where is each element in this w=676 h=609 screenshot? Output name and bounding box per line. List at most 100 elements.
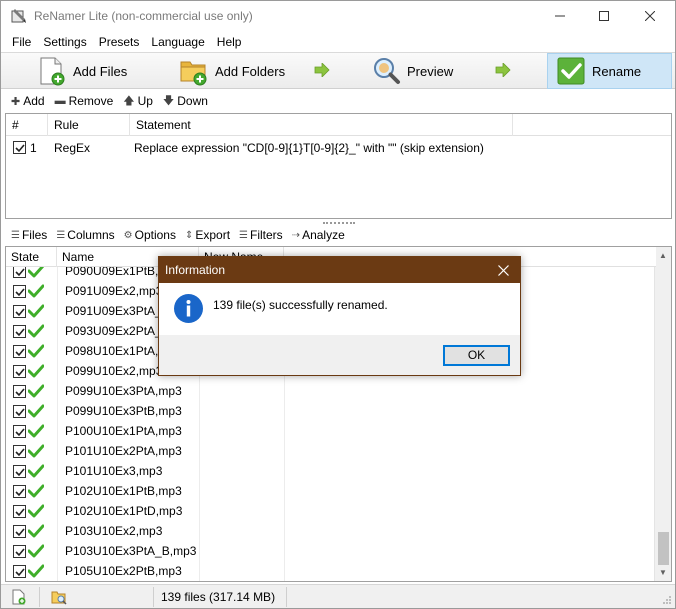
check-icon — [15, 508, 25, 517]
files-menu-button[interactable]: ☰ Files — [11, 228, 47, 242]
file-row[interactable]: P103U10Ex3PtA_B,mp3 — [6, 541, 656, 561]
add-folders-button[interactable]: Add Folders — [179, 53, 285, 89]
move-up-button[interactable]: 🡅 Up — [123, 92, 153, 111]
scroll-thumb[interactable] — [658, 532, 669, 565]
move-down-button[interactable]: 🡇 Down — [163, 92, 208, 111]
rules-toolbar: ✚ Add ▬ Remove 🡅 Up 🡇 Down — [1, 90, 675, 112]
file-checkbox[interactable] — [13, 545, 26, 558]
file-name: P100U10Ex1PtA,mp3 — [65, 424, 182, 438]
success-check-icon — [28, 524, 44, 538]
window-title: ReNamer Lite (non-commercial use only) — [34, 9, 253, 23]
dialog-close-button[interactable] — [486, 257, 520, 283]
maximize-icon — [599, 11, 609, 21]
rename-button[interactable]: Rename — [547, 53, 672, 89]
success-check-icon — [28, 464, 44, 478]
close-icon — [497, 264, 509, 276]
file-checkbox[interactable] — [13, 525, 26, 538]
file-row[interactable]: P099U10Ex3PtB,mp3 — [6, 401, 656, 421]
checkmark-icon — [557, 57, 585, 85]
close-button[interactable] — [627, 1, 673, 31]
rule-row[interactable]: 1 RegEx Replace expression "CD[0-9]{1}T[… — [6, 138, 671, 158]
menu-presets[interactable]: Presets — [93, 32, 146, 52]
status-separator — [286, 587, 287, 607]
file-row[interactable]: P103U10Ex2,mp3 — [6, 521, 656, 541]
ok-button[interactable]: OK — [443, 345, 510, 366]
preview-label: Preview — [407, 63, 454, 79]
file-checkbox[interactable] — [13, 425, 26, 438]
folder-search-icon[interactable] — [51, 589, 67, 605]
file-checkbox[interactable] — [13, 465, 26, 478]
rename-label: Rename — [592, 63, 642, 79]
rules-col-statement[interactable]: Statement — [130, 114, 513, 136]
rules-col-rule[interactable]: Rule — [48, 114, 130, 136]
status-separator — [153, 587, 154, 607]
add-rule-button[interactable]: ✚ Add — [11, 94, 45, 108]
files-col-state[interactable]: State — [6, 247, 57, 267]
file-row[interactable]: P101U10Ex3,mp3 — [6, 461, 656, 481]
preview-button[interactable]: Preview — [371, 53, 453, 89]
main-toolbar: Add Files Add Folders Preview Rename — [1, 52, 675, 89]
file-row[interactable]: P099U10Ex3PtA,mp3 — [6, 381, 656, 401]
add-files-label: Add Files — [73, 63, 128, 79]
file-row[interactable]: P102U10Ex1PtD,mp3 — [6, 501, 656, 521]
file-row[interactable]: P100U10Ex1PtA,mp3 — [6, 421, 656, 441]
status-separator — [39, 587, 40, 607]
file-checkbox[interactable] — [13, 445, 26, 458]
check-icon — [15, 268, 25, 277]
file-name: P091U09Ex2,mp3 — [65, 284, 163, 298]
splitter-handle[interactable] — [323, 222, 355, 224]
file-name: P103U10Ex2,mp3 — [65, 524, 163, 538]
file-row[interactable]: P102U10Ex1PtB,mp3 — [6, 481, 656, 501]
scroll-down-arrow[interactable]: ▼ — [655, 564, 671, 581]
success-check-icon — [28, 324, 44, 338]
scroll-up-arrow[interactable]: ▲ — [655, 247, 671, 264]
check-icon — [15, 144, 25, 153]
vertical-scrollbar[interactable]: ▲ ▼ — [654, 247, 671, 581]
file-checkbox[interactable] — [13, 485, 26, 498]
menu-language[interactable]: Language — [145, 32, 210, 52]
check-icon — [15, 368, 25, 377]
analyze-menu-button[interactable]: ⇢ Analyze — [292, 228, 345, 242]
menu-settings[interactable]: Settings — [37, 32, 92, 52]
file-row[interactable]: P105U10Ex2PtB,mp3 — [6, 561, 656, 581]
file-checkbox[interactable] — [13, 565, 26, 578]
file-checkbox[interactable] — [13, 365, 26, 378]
file-checkbox[interactable] — [13, 345, 26, 358]
rules-col-index[interactable]: # — [6, 114, 48, 136]
columns-icon: ☰ — [56, 229, 66, 241]
success-check-icon — [28, 404, 44, 418]
file-checkbox[interactable] — [13, 285, 26, 298]
success-check-icon — [28, 564, 44, 578]
menu-help[interactable]: Help — [211, 32, 248, 52]
filter-icon: ☰ — [239, 229, 249, 241]
move-down-label: Down — [177, 94, 208, 108]
close-icon — [645, 11, 655, 21]
add-files-button[interactable]: Add Files — [37, 53, 127, 89]
rule-checkbox[interactable] — [13, 141, 26, 154]
file-checkbox[interactable] — [13, 305, 26, 318]
plus-icon: ✚ — [11, 95, 21, 108]
file-checkbox[interactable] — [13, 405, 26, 418]
filters-menu-button[interactable]: ☰ Filters — [239, 228, 283, 242]
file-checkbox[interactable] — [13, 385, 26, 398]
check-icon — [15, 308, 25, 317]
file-row[interactable]: P101U10Ex2PtA,mp3 — [6, 441, 656, 461]
add-file-small-icon[interactable] — [11, 589, 27, 605]
check-icon — [15, 388, 25, 397]
file-checkbox[interactable] — [13, 505, 26, 518]
options-menu-button[interactable]: ⚙ Options — [124, 228, 176, 242]
maximize-button[interactable] — [581, 1, 627, 31]
menu-file[interactable]: File — [1, 32, 37, 52]
options-icon: ⚙ — [123, 229, 133, 241]
options-menu-label: Options — [134, 228, 176, 242]
remove-rule-button[interactable]: ▬ Remove — [55, 94, 114, 108]
columns-menu-label: Columns — [67, 228, 115, 242]
dialog-title-bar[interactable]: Information — [159, 257, 520, 283]
export-menu-button[interactable]: ⇕ Export — [185, 228, 230, 242]
add-file-icon — [40, 57, 65, 86]
columns-menu-button[interactable]: ☰ Columns — [56, 228, 114, 242]
title-bar[interactable]: ReNamer Lite (non-commercial use only) — [1, 1, 675, 31]
file-checkbox[interactable] — [13, 325, 26, 338]
minimize-button[interactable] — [537, 1, 583, 31]
resize-grip-icon[interactable] — [662, 595, 672, 605]
